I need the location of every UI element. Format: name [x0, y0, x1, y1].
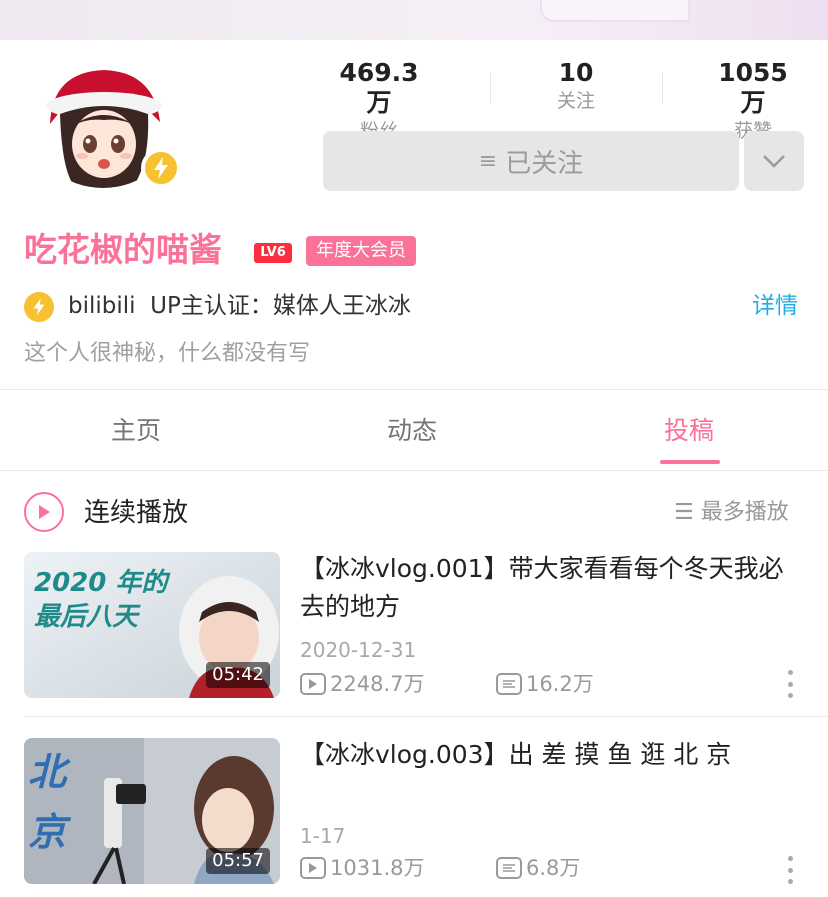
- video-title[interactable]: 【冰冰vlog.001】带大家看看每个冬天我必去的地方: [300, 550, 806, 626]
- video-views: 2248.7万: [300, 670, 424, 698]
- more-options-icon[interactable]: [786, 670, 794, 698]
- video-views: 1031.8万: [300, 854, 424, 882]
- profile-banner: [0, 0, 828, 40]
- danmaku-count: 6.8万: [526, 856, 581, 880]
- more-options-icon[interactable]: [786, 856, 794, 884]
- sort-most-played-button[interactable]: ☰ 最多播放: [674, 497, 789, 529]
- section-divider: [0, 389, 828, 390]
- stat-divider: [490, 72, 491, 104]
- follow-dropdown-button[interactable]: [744, 131, 804, 191]
- sort-label: 最多播放: [700, 500, 789, 525]
- video-title[interactable]: 【冰冰vlog.003】出 差 摸 鱼 逛 北 京: [300, 736, 806, 774]
- video-thumbnail[interactable]: 05:57 北京: [24, 738, 280, 884]
- danmaku-icon: [496, 857, 522, 879]
- danmaku-icon: [496, 673, 522, 695]
- tab-home[interactable]: 主页: [111, 412, 161, 450]
- video-danmaku: 16.2万: [496, 670, 594, 698]
- view-count: 1031.8万: [330, 856, 425, 880]
- followed-button[interactable]: ≡ 已关注: [323, 131, 739, 191]
- user-bio: 这个人很神秘，什么都没有写: [24, 341, 311, 366]
- section-divider: [0, 470, 828, 471]
- banner-decoration: [540, 0, 690, 22]
- play-all-label[interactable]: 连续播放: [84, 495, 188, 531]
- video-thumbnail[interactable]: 05:42 2020 年的最后八天: [24, 552, 280, 698]
- video-date: 1-17: [300, 824, 346, 848]
- stat-value: 1055万: [718, 58, 788, 117]
- vip-badge[interactable]: 年度大会员: [306, 236, 416, 266]
- user-name: 吃花椒的喵酱: [24, 230, 222, 269]
- play-all-icon[interactable]: [24, 492, 64, 532]
- followed-label: 已关注: [505, 148, 584, 179]
- certification-lightning-icon: [24, 292, 54, 322]
- menu-lines-icon: ≡: [478, 148, 498, 174]
- video-date: 2020-12-31: [300, 638, 417, 662]
- play-count-icon: [300, 673, 326, 695]
- stat-following[interactable]: 10 关注: [540, 58, 612, 114]
- play-count-icon: [300, 857, 326, 879]
- thumbnail-caption: 2020 年的最后八天: [34, 568, 168, 632]
- video-danmaku: 6.8万: [496, 854, 580, 882]
- video-duration: 05:57: [206, 848, 270, 874]
- sort-list-icon: ☰: [674, 500, 694, 525]
- tab-uploads[interactable]: 投稿: [664, 412, 714, 450]
- view-count: 2248.7万: [330, 672, 425, 696]
- certification-text: bilibili UP主认证：媒体人王冰冰: [68, 293, 411, 319]
- tab-dynamics[interactable]: 动态: [387, 412, 437, 450]
- list-divider: [24, 716, 828, 717]
- chevron-down-icon: [763, 155, 785, 168]
- stat-value: 10: [558, 58, 594, 87]
- detail-link[interactable]: 详情: [752, 290, 798, 322]
- stat-divider: [662, 72, 663, 104]
- stat-label: 关注: [556, 90, 595, 112]
- active-tab-indicator: [660, 460, 720, 464]
- video-duration: 05:42: [206, 662, 270, 688]
- level-badge: LV6: [254, 243, 292, 263]
- thumbnail-caption: 北京: [28, 750, 67, 854]
- profile-page: 469.3万 粉丝 10 关注 1055万 获赞 ≡ 已关注 吃花椒的喵酱 LV…: [0, 0, 828, 897]
- verified-lightning-icon: [141, 148, 181, 188]
- danmaku-count: 16.2万: [526, 672, 594, 696]
- stat-value: 469.3万: [339, 58, 419, 117]
